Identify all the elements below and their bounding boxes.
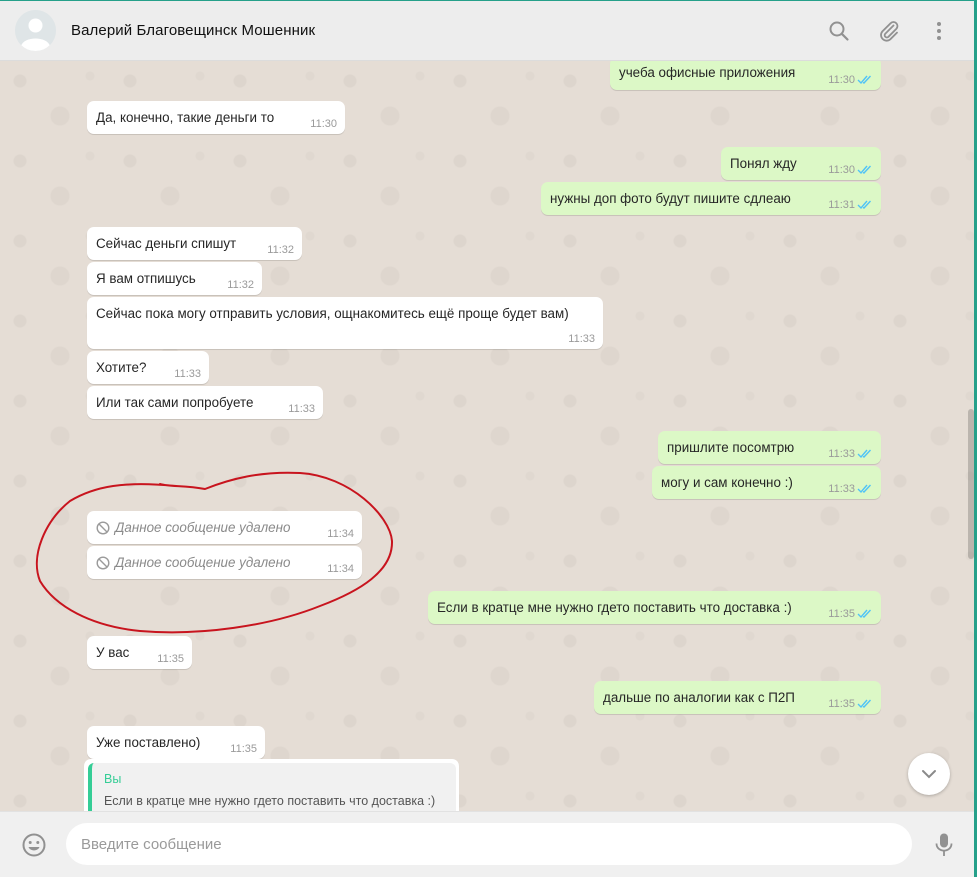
message-text: Понял жду xyxy=(730,156,797,171)
message-time: 11:30 xyxy=(828,74,855,86)
chevron-down-icon xyxy=(922,770,936,779)
whatsapp-window: Валерий Благовещинск Мошенник учеба офис… xyxy=(0,0,977,877)
reply-quote[interactable]: Вы Если в кратце мне нужно гдето постави… xyxy=(88,763,456,811)
message-incoming[interactable]: У вас 11:35 xyxy=(87,636,192,669)
scroll-down-button[interactable] xyxy=(908,753,950,795)
read-ticks-icon xyxy=(857,74,873,85)
message-time: 11:33 xyxy=(288,403,315,415)
message-incoming[interactable]: Или так сами попробуете 11:33 xyxy=(87,386,323,419)
read-ticks-icon xyxy=(857,483,873,494)
message-text: Я вам отпишусь xyxy=(96,271,196,286)
message-text: Если в кратце мне нужно гдето поставить … xyxy=(437,600,792,615)
attach-icon[interactable] xyxy=(877,19,901,43)
read-ticks-icon xyxy=(857,164,873,175)
contact-name[interactable]: Валерий Благовещинск Мошенник xyxy=(71,22,315,39)
microphone-icon[interactable] xyxy=(933,832,955,858)
message-incoming[interactable]: Сейчас пока могу отправить условия, ощна… xyxy=(87,297,603,349)
deleted-ban-icon xyxy=(96,556,110,570)
message-time: 11:33 xyxy=(828,448,855,460)
default-avatar-icon xyxy=(15,10,56,51)
message-text: Данное сообщение удалено xyxy=(115,520,291,535)
emoji-icon[interactable] xyxy=(21,832,47,858)
message-time: 11:32 xyxy=(227,279,254,291)
message-incoming[interactable]: Уже поставлено) 11:35 xyxy=(87,726,265,759)
message-incoming[interactable]: Да, конечно, такие деньги то 11:30 xyxy=(87,101,345,134)
message-deleted[interactable]: Данное сообщение удалено 11:34 xyxy=(87,511,362,544)
message-time: 11:33 xyxy=(568,333,595,345)
menu-icon[interactable] xyxy=(927,19,951,43)
message-time: 11:35 xyxy=(828,698,855,710)
message-list[interactable]: учеба офисные приложения 11:30 Да, конеч… xyxy=(0,61,974,811)
message-time: 11:35 xyxy=(157,653,184,665)
chat-scrollbar[interactable] xyxy=(968,409,974,559)
composer-bar xyxy=(0,811,974,877)
message-text: нужны доп фото будут пишите сдлеаю xyxy=(550,191,791,206)
message-time: 11:33 xyxy=(828,483,855,495)
message-text: пришлите посомтрю xyxy=(667,440,795,455)
message-text: Уже поставлено) xyxy=(96,735,201,750)
message-outgoing[interactable]: дальше по аналогии как с П2П 11:35 xyxy=(594,681,881,714)
message-time: 11:35 xyxy=(230,743,257,755)
message-text: У вас xyxy=(96,645,130,660)
message-text: дальше по аналогии как с П2П xyxy=(603,690,795,705)
message-time: 11:34 xyxy=(327,528,354,540)
message-text: Да, конечно, такие деньги то xyxy=(96,110,275,125)
message-incoming[interactable]: Хотите? 11:33 xyxy=(87,351,209,384)
quote-author: Вы xyxy=(104,772,122,786)
message-deleted[interactable]: Данное сообщение удалено 11:34 xyxy=(87,546,362,579)
message-text: могу и сам конечно :) xyxy=(661,475,793,490)
read-ticks-icon xyxy=(857,698,873,709)
read-ticks-icon xyxy=(857,608,873,619)
message-time: 11:32 xyxy=(267,244,294,256)
message-incoming[interactable]: Я вам отпишусь 11:32 xyxy=(87,262,262,295)
message-outgoing[interactable]: пришлите посомтрю 11:33 xyxy=(658,431,881,464)
search-icon[interactable] xyxy=(827,19,851,43)
message-time: 11:33 xyxy=(174,368,201,380)
message-text: учеба офисные приложения xyxy=(619,65,796,80)
message-time: 11:30 xyxy=(828,164,855,176)
contact-avatar[interactable] xyxy=(15,10,56,51)
message-text: Сейчас пока могу отправить условия, ощна… xyxy=(96,306,569,321)
read-ticks-icon xyxy=(857,448,873,459)
message-outgoing[interactable]: Понял жду 11:30 xyxy=(721,147,881,180)
message-time: 11:34 xyxy=(327,563,354,575)
message-outgoing[interactable]: учеба офисные приложения 11:30 xyxy=(610,61,881,90)
message-outgoing[interactable]: Если в кратце мне нужно гдето поставить … xyxy=(428,591,881,624)
message-time: 11:30 xyxy=(310,118,337,130)
message-incoming[interactable]: Сейчас деньги спишут 11:32 xyxy=(87,227,302,260)
message-time: 11:35 xyxy=(828,608,855,620)
message-text: Данное сообщение удалено xyxy=(115,555,291,570)
message-text: Сейчас деньги спишут xyxy=(96,236,237,251)
read-ticks-icon xyxy=(857,199,873,210)
message-text: Хотите? xyxy=(96,360,147,375)
deleted-ban-icon xyxy=(96,521,110,535)
reply-message[interactable]: Вы Если в кратце мне нужно гдето постави… xyxy=(84,759,459,811)
chat-header: Валерий Благовещинск Мошенник xyxy=(0,1,974,61)
quote-text: Если в кратце мне нужно гдето поставить … xyxy=(104,794,436,808)
message-outgoing[interactable]: могу и сам конечно :) 11:33 xyxy=(652,466,881,499)
message-input[interactable] xyxy=(66,823,912,865)
message-time: 11:31 xyxy=(828,199,855,211)
message-text: Или так сами попробуете xyxy=(96,395,254,410)
message-outgoing[interactable]: нужны доп фото будут пишите сдлеаю 11:31 xyxy=(541,182,881,215)
